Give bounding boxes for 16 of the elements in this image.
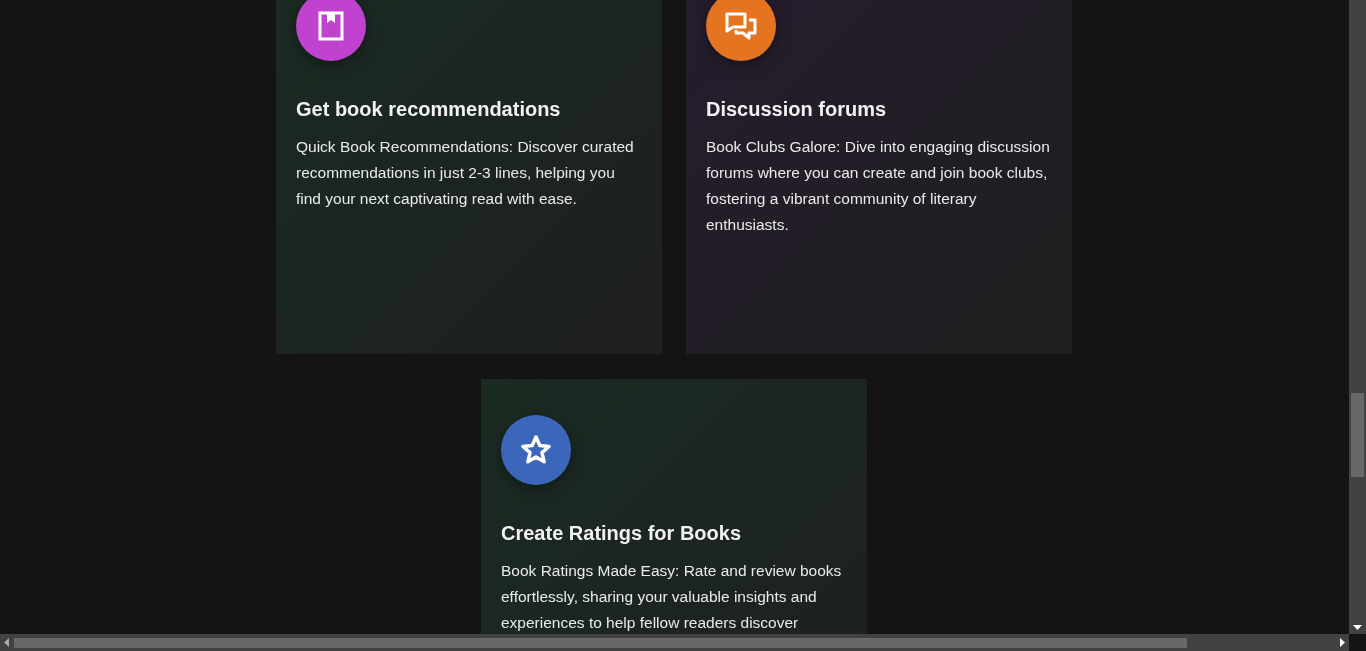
down-arrow-icon[interactable] [1353,625,1362,630]
scrollbar-thumb[interactable] [1351,393,1364,477]
card-description: Quick Book Recommendations: Discover curated recommendations in just 2-3 lines, helping you find your next captivating read with ease. [296,137,635,209]
card-description: Book Clubs Galore: Dive into engaging discussion forums where you can create and join book clubs, fostering a vibrant community of literary enthusiasts. [706,137,1051,235]
card-description: Book Ratings Made Easy: Rate and review books effortlessly, sharing your valuable insights and experiences to help fellow readers discover [501,561,843,633]
right-arrow-icon[interactable] [1340,638,1345,647]
scrollbar-thumb[interactable] [14,637,1187,648]
card-title: Discussion forums [706,97,888,122]
chat-icon [725,11,757,41]
card-title: Create Ratings for Books [501,521,743,546]
star-icon [521,435,551,465]
book-icon [318,11,344,41]
vertical-scrollbar[interactable] [1349,0,1366,634]
horizontal-scrollbar[interactable] [0,634,1349,651]
left-arrow-icon[interactable] [4,638,9,647]
card-title: Get book recommendations [296,97,562,122]
